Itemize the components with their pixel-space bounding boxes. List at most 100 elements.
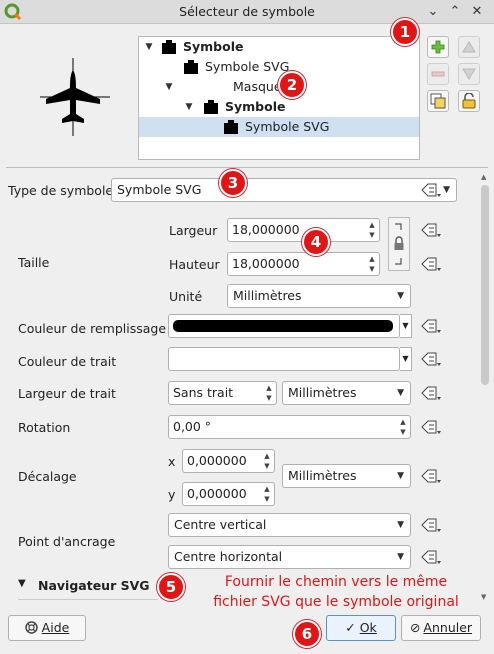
anchor-horizontal-select[interactable]: Centre horizontal ▼ <box>168 545 411 569</box>
chevron-down-icon: ▼ <box>397 388 404 398</box>
stroke-unit-select[interactable]: Millimètres ▼ <box>282 381 411 405</box>
stroke-width-value: Sans trait <box>173 385 234 400</box>
data-defined-override-icon[interactable] <box>419 255 443 273</box>
check-icon: ✓ <box>345 620 356 635</box>
height-label: Hauteur <box>169 257 220 272</box>
annotation-note-line1: Fournir le chemin vers le même <box>224 574 448 590</box>
data-defined-override-icon[interactable] <box>419 317 443 335</box>
symbol-layer-tree[interactable]: ▼ Symbole Symbole SVG ▼ Masque ▼ Symbole… <box>138 36 420 160</box>
chevron-down-icon: ▼ <box>397 552 404 562</box>
anchor-vertical-value: Centre vertical <box>174 517 267 532</box>
move-down-button[interactable] <box>458 63 480 85</box>
height-spinbox[interactable]: 18,000000 ▲ ▼ <box>227 252 380 276</box>
tree-item-mask-svg-symbol[interactable]: Symbole SVG <box>139 117 419 137</box>
expand-arrow-icon[interactable]: ▼ <box>145 37 153 57</box>
lock-layer-button[interactable] <box>458 90 480 112</box>
svg-layer-icon <box>224 120 238 134</box>
spin-arrows-icon[interactable]: ▲ ▼ <box>367 220 377 240</box>
chevron-down-icon: ▼ <box>397 471 404 481</box>
fill-color-button[interactable] <box>168 314 400 338</box>
scroll-down-icon[interactable]: ▼ <box>481 593 486 601</box>
add-layer-button[interactable] <box>427 36 449 58</box>
offset-y-value: 0,000000 <box>187 486 247 501</box>
maximize-button[interactable]: ⌃ <box>446 3 464 21</box>
tree-item-label: Symbole <box>183 39 244 54</box>
offset-y-label: y <box>168 487 176 502</box>
tree-item-svg-symbol[interactable]: Symbole SVG <box>139 57 419 77</box>
duplicate-icon <box>430 93 446 109</box>
tree-item-symbol[interactable]: ▼ Symbole <box>139 37 419 57</box>
stroke-width-spinbox[interactable]: Sans trait ▲ ▼ <box>168 381 277 405</box>
annotation-note-line2: fichier SVG que le symbole original <box>213 594 459 610</box>
symbol-icon <box>204 100 218 114</box>
scroll-up-icon[interactable]: ▲ <box>481 173 486 181</box>
cancel-button-label: Annuler <box>423 620 473 635</box>
annotation-note: Fournir le chemin vers le même fichier S… <box>192 572 480 612</box>
tree-item-mask-symbol[interactable]: ▼ Symbole <box>139 97 419 117</box>
properties-scrollbar[interactable]: ▲ ▼ <box>480 173 490 603</box>
help-button[interactable]: Aide <box>8 615 86 641</box>
chevron-down-icon: ▼ <box>397 520 404 530</box>
fill-color-swatch <box>173 320 393 332</box>
stroke-color-button[interactable] <box>168 347 400 371</box>
offset-y-spinbox[interactable]: 0,000000 ▲ ▼ <box>182 482 275 506</box>
offset-x-label: x <box>168 454 176 469</box>
aspect-ratio-lock-icon[interactable] <box>388 217 410 271</box>
offset-x-value: 0,000000 <box>187 453 247 468</box>
fill-color-dropdown[interactable]: ▼ <box>400 314 412 338</box>
data-defined-override-icon[interactable] <box>419 418 443 436</box>
fill-color-label: Couleur de remplissage <box>18 321 167 336</box>
width-label: Largeur <box>169 223 218 238</box>
close-button[interactable]: ✕ <box>468 3 486 21</box>
offset-x-spinbox[interactable]: 0,000000 ▲ ▼ <box>182 449 275 473</box>
move-up-button[interactable] <box>458 36 480 58</box>
anchor-vertical-select[interactable]: Centre vertical ▼ <box>168 513 411 537</box>
spin-arrows-icon[interactable]: ▲ ▼ <box>264 383 274 403</box>
offset-unit-select[interactable]: Millimètres ▼ <box>282 464 411 488</box>
stroke-color-label: Couleur de trait <box>18 354 117 369</box>
ok-button[interactable]: ✓ Ok <box>326 615 396 641</box>
expand-arrow-icon[interactable]: ▼ <box>165 77 173 97</box>
spin-arrows-icon[interactable]: ▲ ▼ <box>262 451 272 471</box>
unit-label: Unité <box>169 289 203 304</box>
symbol-type-value: Symbole SVG <box>117 182 202 197</box>
data-defined-override-icon[interactable] <box>419 548 443 566</box>
stroke-unit-value: Millimètres <box>288 385 357 400</box>
symbol-icon <box>162 40 176 54</box>
stroke-color-dropdown[interactable]: ▼ <box>400 347 412 371</box>
title-bar: Sélecteur de symbole ⌄ ⌃ ✕ <box>0 0 494 24</box>
symbol-type-label: Type de symbole <box>8 183 114 198</box>
aircraft-icon <box>46 70 100 123</box>
collapse-arrow-icon[interactable]: ▼ <box>18 578 26 589</box>
data-defined-override-icon[interactable] <box>419 350 443 368</box>
annotation-badge-2: 2 <box>278 71 306 99</box>
remove-layer-button[interactable] <box>427 63 449 85</box>
minimize-button[interactable]: ⌄ <box>424 3 442 21</box>
spin-arrows-icon[interactable]: ▲ ▼ <box>398 417 408 437</box>
group-separator <box>18 599 158 600</box>
ok-button-label: Ok <box>359 620 377 635</box>
scrollbar-thumb[interactable] <box>481 185 489 385</box>
data-defined-override-icon[interactable] <box>419 384 443 402</box>
symbol-type-select[interactable]: Symbole SVG ▼ <box>111 178 457 202</box>
rotation-spinbox[interactable]: 0,00 ° ▲ ▼ <box>168 415 411 439</box>
minus-icon <box>431 71 445 77</box>
spin-arrows-icon[interactable]: ▲ ▼ <box>367 254 377 274</box>
cancel-button[interactable]: ⊘ Annuler <box>401 615 481 641</box>
unit-select[interactable]: Millimètres ▼ <box>227 284 411 308</box>
annotation-badge-3: 3 <box>219 169 247 197</box>
annotation-badge-6: 6 <box>293 620 321 648</box>
plus-icon <box>431 40 445 54</box>
rotation-label: Rotation <box>18 420 71 435</box>
anchor-point-label: Point d'ancrage <box>18 534 116 549</box>
svg-browser-label: Navigateur SVG <box>38 578 150 593</box>
data-defined-override-icon[interactable] <box>419 516 443 534</box>
tree-item-label: Masque <box>233 79 282 94</box>
expand-arrow-icon[interactable]: ▼ <box>185 97 193 117</box>
data-defined-override-icon[interactable] <box>419 467 443 485</box>
data-defined-override-icon[interactable] <box>419 181 443 199</box>
duplicate-layer-button[interactable] <box>427 90 449 112</box>
data-defined-override-icon[interactable] <box>419 221 443 239</box>
spin-arrows-icon[interactable]: ▲ ▼ <box>262 484 272 504</box>
symbol-preview <box>40 58 110 136</box>
